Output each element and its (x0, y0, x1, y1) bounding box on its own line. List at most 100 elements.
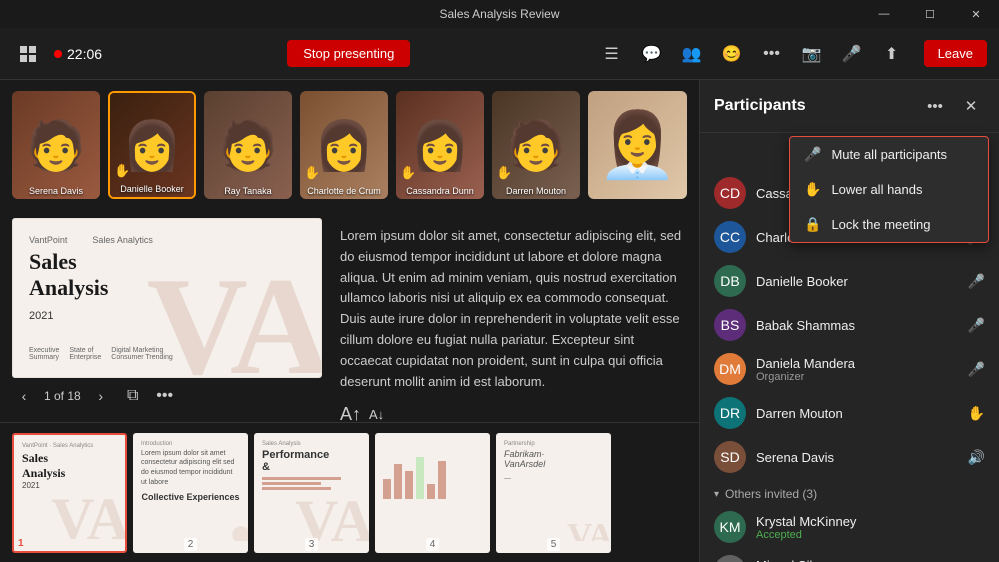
info-serena: Serena Davis (756, 450, 958, 465)
mic-off-icon: 🎤 (804, 146, 821, 163)
slide-area: VantPoint Sales Analytics SalesAnalysis … (0, 210, 699, 562)
video-frame-presenter[interactable]: 👩‍💼 (588, 91, 687, 199)
call-timer: 22:06 (54, 46, 102, 62)
video-frame-darren[interactable]: 🧑 ✋ Darren Mouton (492, 91, 580, 199)
list-item-babak[interactable]: BS Babak Shammas 🎤 (700, 303, 999, 347)
window-title: Sales Analysis Review (439, 7, 559, 21)
others-invited-header[interactable]: ▾ Others invited (3) (700, 479, 999, 505)
avatar-krystal: KM (714, 511, 746, 543)
info-darren: Darren Mouton (756, 406, 958, 421)
lock-meeting-menuitem[interactable]: 🔒 Lock the meeting (790, 207, 988, 242)
avatar-danielle: DB (714, 265, 746, 297)
minimize-button[interactable]: — (861, 0, 907, 28)
next-slide-button[interactable]: › (89, 384, 113, 408)
menu-icon[interactable]: ☰ (596, 38, 628, 70)
thumbnail-1[interactable]: VantPoint · Sales Analytics SalesAnalysi… (12, 433, 127, 553)
info-daniela: Daniela Mandera Organizer (756, 356, 958, 383)
participants-close-button[interactable]: ✕ (957, 92, 985, 120)
people-icon[interactable]: 👥 (676, 38, 708, 70)
thumbnail-4[interactable]: 4 (375, 433, 490, 553)
more-slide-icon[interactable]: ••• (153, 384, 177, 408)
raise-hand-icon-darren: ✋ (968, 405, 985, 422)
slide-body-text: Lorem ipsum dolor sit amet, consectetur … (340, 226, 687, 392)
list-item-serena[interactable]: SD Serena Davis 🔊 (700, 435, 999, 479)
slide-count: 1 of 18 (44, 389, 81, 403)
avatar-babak: BS (714, 309, 746, 341)
toolbar: 22:06 Stop presenting ☰ 💬 👥 😊 ••• 📷 🎤 ⬆ … (0, 28, 999, 80)
list-item-krystal[interactable]: KM Krystal McKinney Accepted (700, 505, 999, 549)
actions-babak: 🎤 (968, 317, 985, 334)
text-size-controls: A↑ A↓ (340, 404, 687, 422)
actions-darren: ✋ (968, 405, 985, 422)
hand-down-icon: ✋ (804, 181, 821, 198)
avatar-miguel: MS (714, 555, 746, 562)
stop-presenting-button[interactable]: Stop presenting (287, 40, 410, 67)
actions-daniela: 🎤 (968, 361, 985, 378)
info-danielle: Danielle Booker (756, 274, 958, 289)
avatar-darren: DR (714, 397, 746, 429)
info-miguel: Miguel Silva Declined (756, 558, 985, 562)
avatar-charlotte: CC (714, 221, 746, 253)
mic-icon-daniela[interactable]: 🎤 (968, 361, 985, 378)
video-frame-ray[interactable]: 🧑 Ray Tanaka (204, 91, 292, 199)
video-frame-serena[interactable]: 🧑 Serena Davis (12, 91, 100, 199)
thumbnail-5[interactable]: Partnership Fabrikam·VanArsdel — VA 5 (496, 433, 611, 553)
list-item-danielle[interactable]: DB Danielle Booker 🎤 (700, 259, 999, 303)
avatar-cassandra: CD (714, 177, 746, 209)
panel-title: Participants (714, 97, 921, 115)
video-frame-charlotte[interactable]: 👩 ✋ Charlotte de Crum (300, 91, 388, 199)
list-item-daniela[interactable]: DM Daniela Mandera Organizer 🎤 (700, 347, 999, 391)
avatar-daniela: DM (714, 353, 746, 385)
volume-icon-serena: 🔊 (968, 449, 985, 466)
participants-video-row: 🧑 Serena Davis 👩 ✋ Danielle Booker 🧑 Ray… (0, 80, 699, 210)
lock-icon: 🔒 (804, 216, 821, 233)
title-bar: Sales Analysis Review — ☐ ✕ (0, 0, 999, 28)
video-frame-danielle[interactable]: 👩 ✋ Danielle Booker (108, 91, 196, 199)
actions-serena: 🔊 (968, 449, 985, 466)
slide-text-area: Lorem ipsum dolor sit amet, consectetur … (340, 210, 699, 422)
actions-danielle: 🎤 (968, 273, 985, 290)
share-icon[interactable]: ⬆ (876, 38, 908, 70)
video-frame-cassandra[interactable]: 👩 ✋ Cassandra Dunn (396, 91, 484, 199)
recording-indicator (54, 50, 62, 58)
panel-header: Participants ••• ✕ (700, 80, 999, 133)
mic-icon-babak[interactable]: 🎤 (968, 317, 985, 334)
toolbar-right: ☰ 💬 👥 😊 ••• 📷 🎤 ⬆ Leave (596, 38, 987, 70)
window-controls: — ☐ ✕ (861, 0, 999, 28)
camera-icon[interactable]: 📷 (796, 38, 828, 70)
increase-text-button[interactable]: A↑ (340, 404, 361, 422)
more-icon[interactable]: ••• (756, 38, 788, 70)
close-button[interactable]: ✕ (953, 0, 999, 28)
panel-header-icons: ••• ✕ (921, 92, 985, 120)
slide-viewer: VantPoint Sales Analytics SalesAnalysis … (0, 210, 340, 422)
grid-icon[interactable] (12, 38, 44, 70)
thumbnail-2[interactable]: Introduction Lorem ipsum dolor sit amet … (133, 433, 248, 553)
slide-frame: VantPoint Sales Analytics SalesAnalysis … (12, 218, 322, 378)
lower-hands-menuitem[interactable]: ✋ Lower all hands (790, 172, 988, 207)
mic-icon-danielle[interactable]: 🎤 (968, 273, 985, 290)
mic-icon[interactable]: 🎤 (836, 38, 868, 70)
list-item-miguel[interactable]: MS Miguel Silva Declined (700, 549, 999, 562)
chat-icon[interactable]: 💬 (636, 38, 668, 70)
participants-panel: Participants ••• ✕ 🎤 Mute all participan… (699, 80, 999, 562)
toolbar-center: Stop presenting (102, 40, 596, 67)
prev-slide-button[interactable]: ‹ (12, 384, 36, 408)
emoji-icon[interactable]: 😊 (716, 38, 748, 70)
slide-nav: ‹ 1 of 18 › ⧉ ••• (12, 378, 328, 414)
decrease-text-button[interactable]: A↓ (369, 407, 384, 422)
info-krystal: Krystal McKinney Accepted (756, 514, 985, 541)
participants-more-button[interactable]: ••• (921, 92, 949, 120)
thumbnails-row: VantPoint · Sales Analytics SalesAnalysi… (0, 422, 699, 562)
mute-all-menuitem[interactable]: 🎤 Mute all participants (790, 137, 988, 172)
maximize-button[interactable]: ☐ (907, 0, 953, 28)
copy-slide-icon[interactable]: ⧉ (121, 384, 145, 408)
list-item-darren[interactable]: DR Darren Mouton ✋ (700, 391, 999, 435)
chevron-down-icon: ▾ (714, 489, 719, 500)
leave-button[interactable]: Leave (924, 40, 987, 67)
toolbar-left: 22:06 (12, 38, 102, 70)
thumbnail-3[interactable]: Sales Analysis Performance& VA 3 (254, 433, 369, 553)
avatar-serena: SD (714, 441, 746, 473)
slide-main: VantPoint Sales Analytics SalesAnalysis … (0, 210, 699, 422)
context-menu: 🎤 Mute all participants ✋ Lower all hand… (789, 136, 989, 243)
info-babak: Babak Shammas (756, 318, 958, 333)
